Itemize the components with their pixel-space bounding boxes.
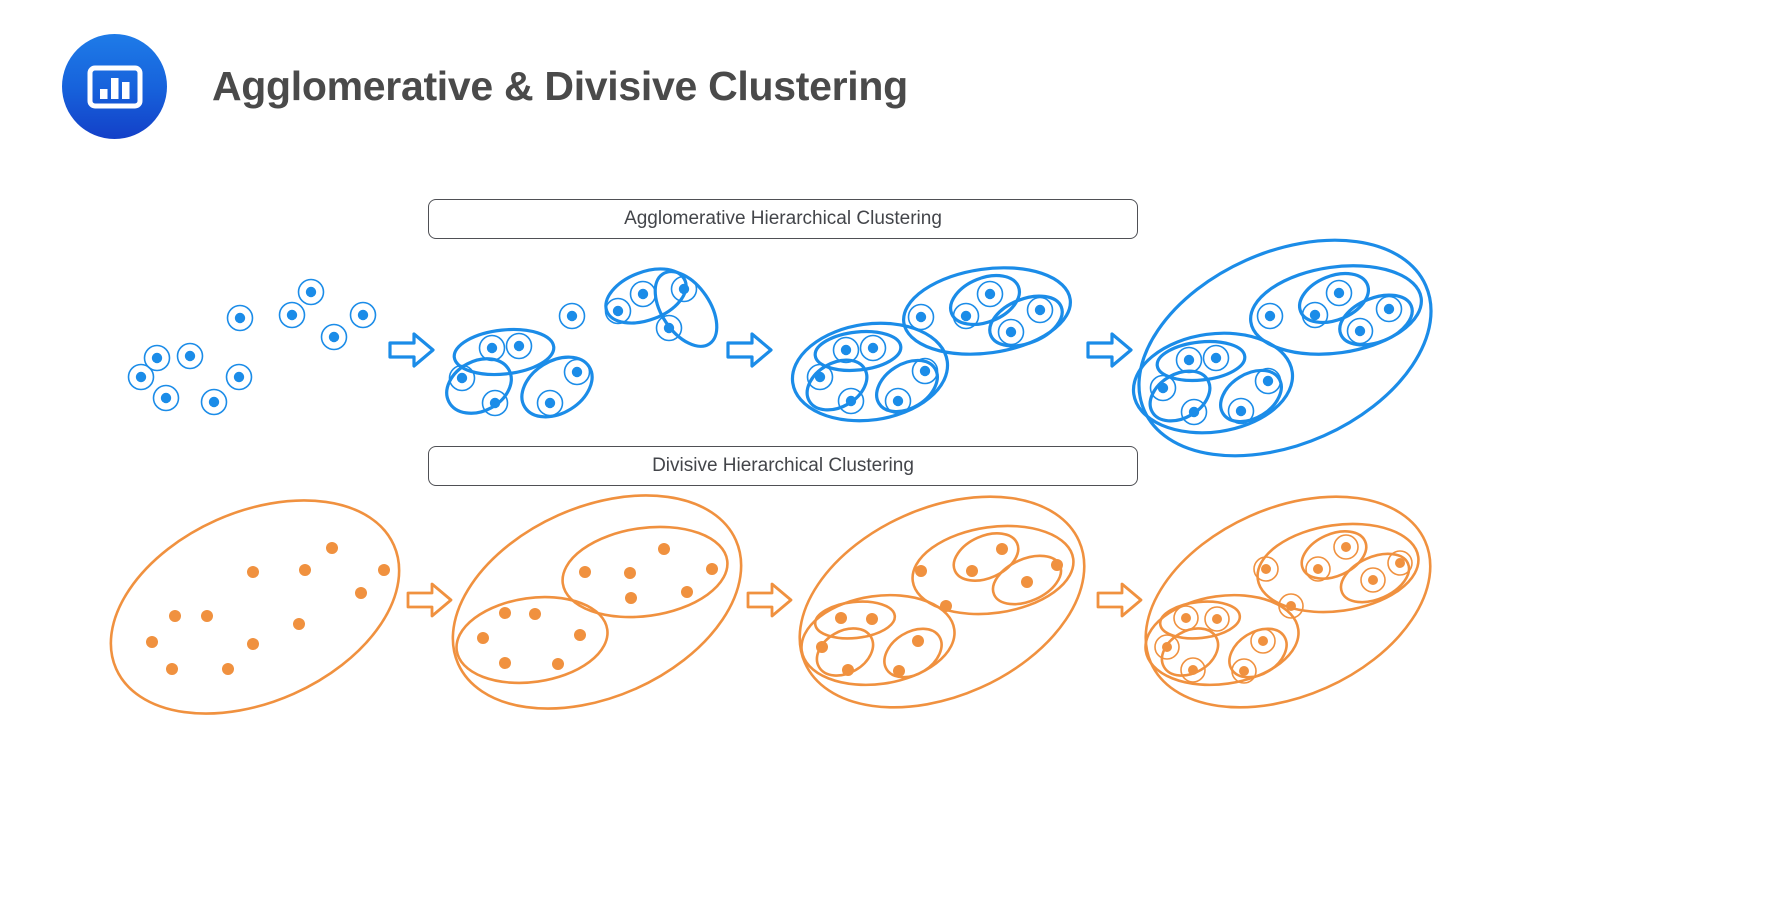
point-node	[884, 387, 912, 415]
point-node	[1175, 346, 1203, 374]
arrow-right-icon	[388, 332, 435, 368]
point-node	[320, 323, 348, 351]
cluster-ellipse-outer	[451, 494, 743, 710]
point-node	[225, 363, 253, 391]
cluster-ellipse	[445, 357, 513, 415]
bar-chart-icon	[84, 56, 146, 118]
point-node	[349, 301, 377, 329]
divisive-stage-1	[109, 499, 401, 715]
point-node	[1301, 301, 1329, 329]
cluster-ellipse	[813, 600, 897, 640]
point-node	[481, 389, 509, 417]
cluster-ellipse	[1249, 264, 1423, 356]
agglomerative-stage-1	[127, 278, 377, 416]
arrow-right-icon	[746, 582, 793, 618]
agglomerative-stage-3	[790, 266, 1072, 423]
divisive-stage-2	[451, 494, 743, 710]
point-node	[1256, 302, 1284, 330]
divisive-diagram	[109, 494, 1432, 715]
cluster-ellipse	[1219, 368, 1283, 424]
point-node	[976, 280, 1004, 308]
cluster-ellipse	[1338, 293, 1414, 347]
point-node	[278, 301, 306, 329]
point-node	[1325, 279, 1353, 307]
arrow-right-icon	[726, 332, 773, 368]
agglomerative-diagram	[127, 238, 1433, 458]
point-node	[558, 302, 586, 330]
point-node	[1204, 606, 1230, 632]
label-divisive-hierarchical-clustering: Divisive Hierarchical Clustering	[428, 446, 1138, 486]
point-node	[226, 304, 254, 332]
point-node	[1026, 296, 1054, 324]
point-node	[1250, 628, 1276, 654]
arrow-right-icon	[1086, 332, 1133, 368]
point-node	[127, 363, 155, 391]
point-node	[859, 334, 887, 362]
arrow-right-icon	[406, 582, 453, 618]
point-dot-group	[816, 543, 1063, 677]
divisive-stage-3	[798, 495, 1086, 709]
point-node	[297, 278, 325, 306]
point-node	[478, 334, 506, 362]
cluster-ellipse	[875, 358, 939, 414]
arrow-right-icon	[1096, 582, 1143, 618]
cluster-ellipse-outer	[109, 499, 401, 715]
cluster-ellipse	[902, 266, 1072, 356]
point-node	[655, 314, 683, 342]
cluster-ellipse	[653, 270, 719, 348]
point-node	[176, 342, 204, 370]
point-node	[505, 332, 533, 360]
point-node	[997, 318, 1025, 346]
point-node	[1202, 344, 1230, 372]
point-node	[1346, 317, 1374, 345]
page-title: Agglomerative & Divisive Clustering	[212, 63, 908, 109]
point-node	[536, 389, 564, 417]
point-node	[629, 280, 657, 308]
point-node	[1227, 397, 1255, 425]
point-node	[907, 303, 935, 331]
page-header: Agglomerative & Divisive Clustering	[0, 0, 1766, 175]
agglomerative-stage-2	[445, 267, 719, 419]
cluster-ellipse	[455, 595, 609, 685]
point-dot-group	[477, 543, 718, 670]
point-node	[200, 388, 228, 416]
point-node	[1333, 534, 1359, 560]
point-node	[1375, 295, 1403, 323]
agglomerative-stage-4	[1131, 238, 1433, 458]
point-node	[152, 384, 180, 412]
point-node	[563, 358, 591, 386]
point-node	[1180, 398, 1208, 426]
point-node	[1154, 634, 1180, 660]
point-node	[1360, 567, 1386, 593]
divisive-stage-4	[1144, 495, 1432, 709]
point-node	[1173, 605, 1199, 631]
label-agglomerative-hierarchical-clustering: Agglomerative Hierarchical Clustering	[428, 199, 1138, 239]
point-node	[837, 387, 865, 415]
app-logo	[62, 34, 167, 139]
